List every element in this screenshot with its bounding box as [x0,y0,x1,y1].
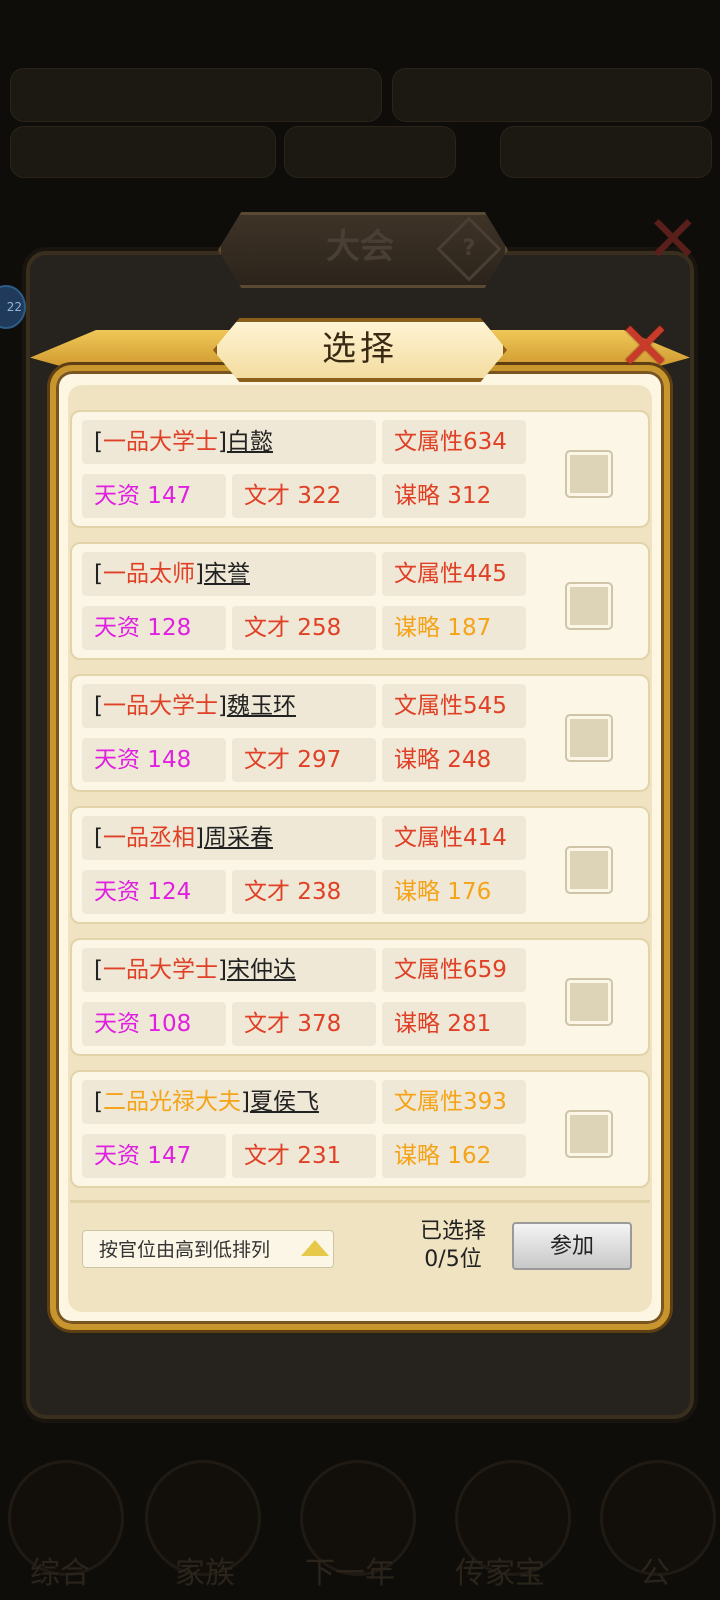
bracket-open: [ [94,429,103,455]
candidate-name-link[interactable]: 周采春 [204,825,273,851]
candidate-attribute: 文属性393 [382,1080,526,1124]
candidate-attribute: 文属性545 [382,684,526,728]
candidate-strategy: 谋略 312 [382,474,526,518]
bg-resource-bar [10,68,382,122]
candidate-attribute: 文属性445 [382,552,526,596]
bracket-close: ] [240,1089,250,1115]
candidate-literary: 文才 322 [232,474,376,518]
candidate-title: [二品光禄大夫]夏侯飞 [82,1080,376,1124]
candidate-rank: 二品光禄大夫 [102,1089,241,1115]
bg-nav-label: 下一年 [305,1556,395,1591]
candidate-name-link[interactable]: 宋誉 [204,561,250,587]
sort-button[interactable]: 按官位由高到低排列 [82,1230,334,1268]
candidate-talent: 天资 124 [82,870,226,914]
bracket-close: ] [217,693,227,719]
bg-nav-label: 综合 [30,1556,90,1591]
side-badge[interactable]: 22 [0,285,26,329]
bg-nav-label: 传家宝 [455,1556,545,1591]
select-checkbox[interactable] [565,582,613,630]
bg-resource-bar [500,126,712,178]
candidate-title: [一品大学士]宋仲达 [82,948,376,992]
candidate-strategy: 谋略 176 [382,870,526,914]
selected-count: 已选择 0/5位 [408,1218,498,1274]
candidate-attribute: 文属性659 [382,948,526,992]
candidate-card[interactable]: [一品大学士]宋仲达 文属性659 天资 108 文才 378 谋略 281 [70,938,650,1056]
candidate-rank: 一品大学士 [102,693,218,719]
candidate-card[interactable]: [一品大学士]白懿 文属性634 天资 147 文才 322 谋略 312 [70,410,650,528]
candidate-literary: 文才 297 [232,738,376,782]
triangle-up-icon [301,1240,329,1256]
bg-resource-bar [10,126,276,178]
select-checkbox[interactable] [565,1110,613,1158]
divider [70,1200,650,1203]
sort-button-label: 按官位由高到低排列 [99,1239,271,1261]
select-checkbox[interactable] [565,978,613,1026]
candidate-literary: 文才 258 [232,606,376,650]
bg-nav-label: 家族 [175,1556,235,1591]
close-icon[interactable]: ✕ [610,314,680,384]
candidate-card[interactable]: [一品丞相]周采春 文属性414 天资 124 文才 238 谋略 176 [70,806,650,924]
candidate-rank: 一品大学士 [102,429,218,455]
candidate-title: [一品丞相]周采春 [82,816,376,860]
bracket-open: [ [94,1089,103,1115]
candidate-card[interactable]: [一品大学士]魏玉环 文属性545 天资 148 文才 297 谋略 248 [70,674,650,792]
candidate-name-link[interactable]: 宋仲达 [227,957,296,983]
candidate-talent: 天资 108 [82,1002,226,1046]
candidate-attribute: 文属性414 [382,816,526,860]
select-checkbox[interactable] [565,846,613,894]
bracket-close: ] [217,957,227,983]
candidate-talent: 天资 147 [82,474,226,518]
bracket-open: [ [94,561,103,587]
selected-label: 已选择 [419,1219,486,1244]
candidate-strategy: 谋略 162 [382,1134,526,1178]
candidate-talent: 天资 148 [82,738,226,782]
candidate-literary: 文才 231 [232,1134,376,1178]
bracket-close: ] [217,429,227,455]
candidate-talent: 天资 128 [82,606,226,650]
candidate-card[interactable]: [一品太师]宋誉 文属性445 天资 128 文才 258 谋略 187 [70,542,650,660]
candidate-strategy: 谋略 248 [382,738,526,782]
bracket-close: ] [194,825,204,851]
bg-nav-label: 公 [640,1556,670,1591]
candidate-rank: 一品太师 [102,561,195,587]
bracket-open: [ [94,825,103,851]
bracket-open: [ [94,693,103,719]
candidate-strategy: 谋略 281 [382,1002,526,1046]
bg-resource-bar [284,126,456,178]
bracket-close: ] [194,561,204,587]
candidate-title: [一品太师]宋誉 [82,552,376,596]
candidate-literary: 文才 238 [232,870,376,914]
bg-resource-bar [392,68,712,122]
select-checkbox[interactable] [565,450,613,498]
selected-value: 0/5位 [424,1247,482,1272]
bracket-open: [ [94,957,103,983]
candidate-name-link[interactable]: 魏玉环 [227,693,296,719]
candidate-talent: 天资 147 [82,1134,226,1178]
join-button[interactable]: 参加 [512,1222,632,1270]
candidate-list[interactable]: [一品大学士]白懿 文属性634 天资 147 文才 322 谋略 312 [一品太师]宋… [70,410,650,1202]
candidate-card[interactable]: [二品光禄大夫]夏侯飞 文属性393 天资 147 文才 231 谋略 162 [70,1070,650,1188]
select-checkbox[interactable] [565,714,613,762]
outer-close-icon[interactable]: ✕ [646,208,700,272]
candidate-name-link[interactable]: 夏侯飞 [250,1089,319,1115]
candidate-strategy: 谋略 187 [382,606,526,650]
candidate-literary: 文才 378 [232,1002,376,1046]
candidate-name-link[interactable]: 白懿 [227,429,273,455]
candidate-rank: 一品大学士 [102,957,218,983]
candidate-rank: 一品丞相 [102,825,195,851]
candidate-title: [一品大学士]白懿 [82,420,376,464]
candidate-attribute: 文属性634 [382,420,526,464]
candidate-title: [一品大学士]魏玉环 [82,684,376,728]
dialog-title: 选择 [322,329,398,369]
